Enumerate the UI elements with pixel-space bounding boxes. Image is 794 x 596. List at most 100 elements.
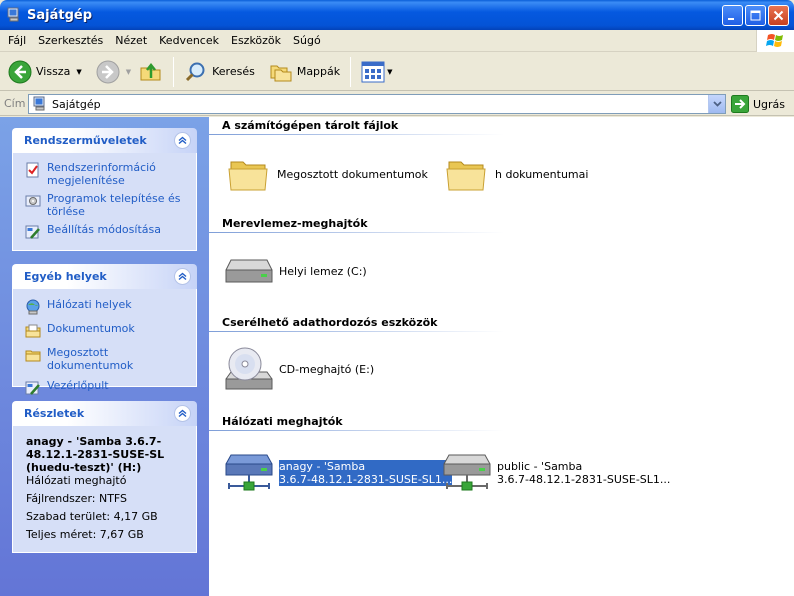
group-divider: [209, 134, 504, 135]
menu-edit[interactable]: Szerkesztés: [32, 31, 109, 51]
back-dropdown-icon[interactable]: ▼: [76, 68, 81, 76]
network-drive-icon: [225, 454, 273, 491]
folder-icon: [228, 161, 268, 191]
address-label: Cím: [4, 97, 26, 110]
item-shared-documents[interactable]: Megosztott dokumentumok: [227, 154, 428, 194]
close-button[interactable]: [768, 5, 789, 26]
up-button[interactable]: [135, 56, 167, 88]
place-control-panel[interactable]: Vezérlőpult: [25, 379, 186, 396]
title-bar[interactable]: Sajátgép: [0, 0, 794, 30]
address-bar: Cím Sajátgép Ugrás: [0, 92, 794, 116]
item-local-disk-c[interactable]: Helyi lemez (C:): [225, 256, 367, 286]
minimize-button[interactable]: [722, 5, 743, 26]
folder-up-icon: [140, 62, 161, 80]
folders-button[interactable]: Mappák: [265, 56, 344, 88]
item-label: Megosztott dokumentumok: [277, 167, 428, 181]
item-network-drive-public[interactable]: public - 'Samba 3.6.7-48.12.1-2831-SUSE-…: [443, 453, 670, 493]
cd-drive-icon: [225, 347, 273, 390]
collapse-button[interactable]: [174, 405, 191, 422]
forward-arrow-icon: [96, 60, 120, 83]
group-header: Hálózati meghajtók: [222, 415, 343, 428]
details-name: anagy - 'Samba 3.6.7-48.12.1-2831-SUSE-S…: [26, 435, 165, 474]
task-label: Beállítás módosítása: [47, 223, 161, 236]
menu-file[interactable]: Fájl: [0, 31, 32, 51]
task-system-info[interactable]: Rendszerinformáció megjelenítése: [25, 161, 186, 187]
menu-tools[interactable]: Eszközök: [225, 31, 287, 51]
go-button[interactable]: Ugrás: [731, 95, 785, 113]
other-places-header[interactable]: Egyéb helyek: [12, 264, 197, 289]
windows-logo: [756, 30, 794, 52]
menu-view[interactable]: Nézet: [109, 31, 153, 51]
item-label: anagy - 'Samba 3.6.7-48.12.1-2831-SUSE-S…: [279, 460, 453, 486]
forward-button[interactable]: ▼: [92, 56, 135, 88]
group-header: A számítógépen tárolt fájlok: [222, 119, 399, 132]
item-label-line1: anagy - 'Samba: [279, 460, 366, 473]
search-label: Keresés: [212, 65, 255, 78]
toolbar: Vissza ▼ ▼ Keresés Mappák ▼: [0, 53, 794, 91]
window-title: Sajátgép: [27, 7, 93, 23]
group-divider: [209, 331, 504, 332]
place-label: Vezérlőpult: [47, 379, 109, 392]
panel-title: Egyéb helyek: [24, 270, 107, 283]
my-computer-icon: [7, 7, 19, 22]
shared-folder-icon: [25, 350, 41, 362]
folders-label: Mappák: [296, 65, 341, 78]
item-label: public - 'Samba 3.6.7-48.12.1-2831-SUSE-…: [497, 460, 670, 486]
control-panel-icon: [25, 381, 40, 395]
system-tasks-panel: Rendszerműveletek Rendszerinformáció meg…: [12, 128, 197, 251]
content-pane: A számítógépen tárolt fájlok Megosztott …: [209, 117, 794, 596]
details-total-size: Teljes méret: 7,67 GB: [26, 528, 144, 541]
item-label: Helyi lemez (C:): [279, 264, 367, 278]
place-documents[interactable]: Dokumentumok: [25, 322, 186, 339]
my-computer-icon: [33, 96, 45, 111]
back-label: Vissza: [36, 65, 71, 78]
menu-favorites[interactable]: Kedvencek: [153, 31, 225, 51]
views-dropdown-icon[interactable]: ▼: [387, 68, 392, 76]
windows-flag-icon: [765, 34, 783, 47]
forward-dropdown-icon[interactable]: ▼: [126, 68, 131, 76]
menu-bar: Fájl Szerkesztés Nézet Kedvencek Eszközö…: [0, 30, 794, 52]
address-input[interactable]: Sajátgép: [28, 94, 726, 114]
network-drive-icon: [443, 454, 491, 491]
control-panel-icon: [25, 225, 40, 239]
details-panel: Részletek anagy - 'Samba 3.6.7-48.12.1-2…: [12, 401, 197, 553]
place-network[interactable]: Hálózati helyek: [25, 298, 186, 315]
chevron-up-icon: [178, 272, 187, 281]
other-places-panel: Egyéb helyek Hálózati helyek Dokumentumo…: [12, 264, 197, 395]
collapse-button[interactable]: [174, 268, 191, 285]
details-free-space: Szabad terület: 4,17 GB: [26, 510, 158, 523]
task-change-setting[interactable]: Beállítás módosítása: [25, 223, 186, 240]
details-header[interactable]: Részletek: [12, 401, 197, 426]
go-label: Ugrás: [753, 97, 786, 111]
go-arrow-icon: [731, 95, 749, 113]
chevron-up-icon: [178, 136, 187, 145]
network-places-icon: [26, 299, 40, 315]
views-icon: [361, 61, 385, 82]
group-divider: [209, 430, 504, 431]
task-add-remove-programs[interactable]: Programok telepítése és törlése: [25, 192, 186, 218]
item-label: h dokumentumai: [495, 167, 589, 181]
details-filesystem: Fájlrendszer: NTFS: [26, 492, 128, 505]
item-label-line2: 3.6.7-48.12.1-2831-SUSE-SL1...: [497, 473, 671, 486]
item-cd-drive-e[interactable]: CD-meghajtó (E:): [225, 346, 374, 392]
back-button[interactable]: Vissza ▼: [4, 56, 86, 88]
system-tasks-header[interactable]: Rendszerműveletek: [12, 128, 197, 153]
collapse-button[interactable]: [174, 132, 191, 149]
menu-help[interactable]: Súgó: [287, 31, 327, 51]
item-label-line1: public - 'Samba: [497, 460, 583, 473]
system-info-icon: [26, 162, 39, 178]
toolbar-separator: [350, 56, 352, 87]
maximize-button[interactable]: [745, 5, 766, 26]
item-h-documents[interactable]: h dokumentumai: [445, 154, 588, 194]
address-dropdown-button[interactable]: [708, 95, 725, 113]
folders-icon: [270, 65, 292, 81]
minimize-icon: [728, 18, 734, 20]
address-value: Sajátgép: [52, 97, 101, 111]
place-label: Dokumentumok: [47, 322, 135, 335]
place-shared-documents[interactable]: Megosztott dokumentumok: [25, 346, 186, 372]
views-button[interactable]: ▼: [357, 56, 396, 88]
my-documents-icon: [25, 324, 41, 338]
search-button[interactable]: Keresés: [180, 56, 259, 88]
item-network-drive-anagy[interactable]: anagy - 'Samba 3.6.7-48.12.1-2831-SUSE-S…: [225, 453, 453, 493]
maximize-icon: [750, 10, 761, 21]
